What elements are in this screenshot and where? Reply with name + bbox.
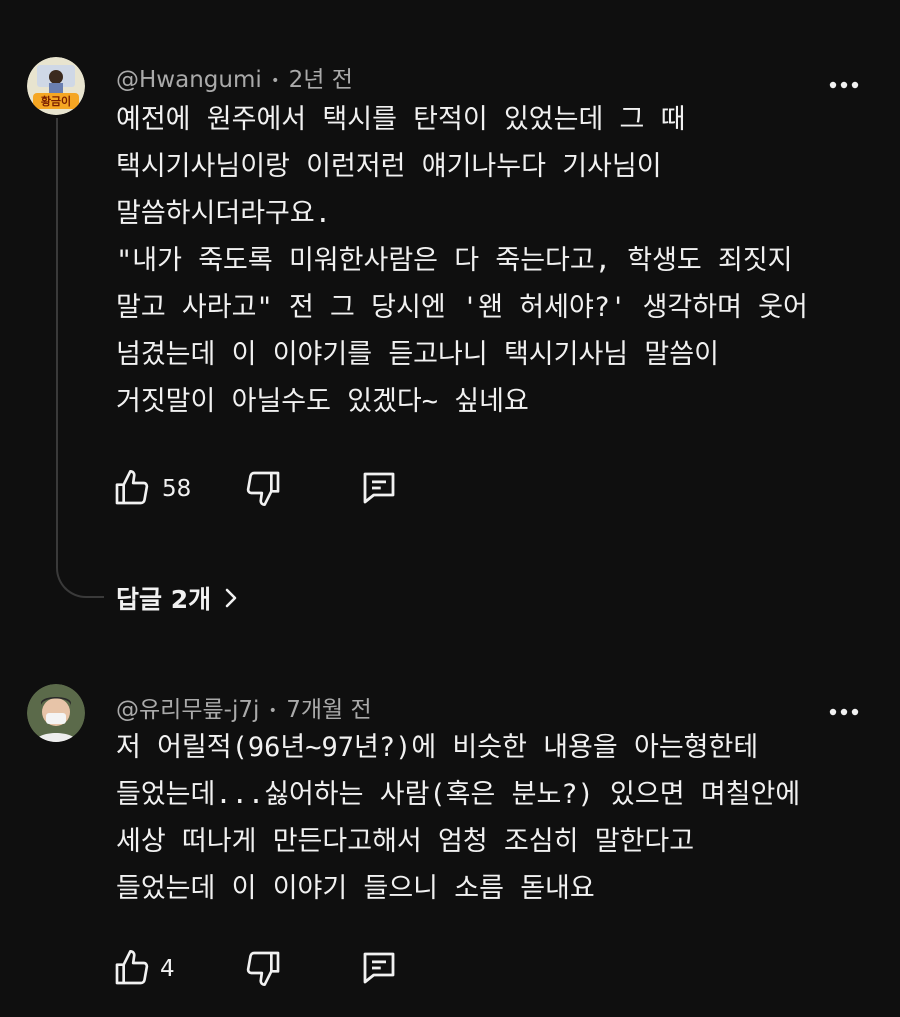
comment-time[interactable]: 7개월 전	[286, 697, 371, 723]
comment-meta: @유리무릎-j7j • 7개월 전	[116, 690, 372, 724]
comment-thread: 황금이 @Hwangumi • 2년 전 예전에 원주에서 택시를 탄적이 있었…	[0, 0, 900, 640]
dislike-button[interactable]	[243, 468, 283, 508]
comment-time[interactable]: 2년 전	[289, 67, 353, 93]
more-options-button[interactable]	[824, 70, 864, 100]
comment-text: 예전에 원주에서 택시를 탄적이 있었는데 그 때 택시기사님이랑 이런저런 얘…	[116, 104, 808, 417]
avatar-badge-text: 황금이	[41, 94, 71, 108]
thumbs-down-icon	[246, 471, 280, 506]
more-options-button[interactable]	[824, 697, 864, 727]
thread-connector-line	[56, 118, 104, 598]
comment-icon	[363, 472, 395, 504]
view-replies-button[interactable]: 답글 2개	[116, 580, 241, 616]
more-vertical-icon	[829, 708, 859, 716]
comment-icon	[363, 952, 395, 984]
chevron-right-icon	[225, 588, 237, 608]
avatar-image: 황금이	[27, 57, 85, 115]
like-count: 4	[160, 956, 175, 982]
replies-label: 답글 2개	[116, 585, 212, 614]
author-name[interactable]: @Hwangumi	[116, 67, 262, 93]
avatar-image	[27, 684, 85, 742]
comment-thread: @유리무릎-j7j • 7개월 전 저 어릴적(96년~97년?)에 비슷한 내…	[0, 640, 900, 1017]
author-name[interactable]: @유리무릎-j7j	[116, 697, 259, 723]
dislike-button[interactable]	[243, 948, 283, 988]
reply-button[interactable]	[358, 467, 400, 509]
comment-meta: @Hwangumi • 2년 전	[116, 60, 353, 94]
like-button[interactable]	[112, 948, 152, 988]
more-vertical-icon	[829, 81, 859, 89]
like-count: 58	[162, 476, 192, 502]
reply-button[interactable]	[358, 947, 400, 989]
thumbs-down-icon	[246, 951, 280, 986]
avatar[interactable]: 황금이	[27, 57, 85, 115]
meta-separator: •	[271, 72, 280, 89]
thumbs-up-icon	[115, 950, 149, 985]
like-button[interactable]	[112, 468, 152, 508]
meta-separator: •	[268, 702, 277, 719]
comment-text: 저 어릴적(96년~97년?)에 비슷한 내용을 아는형한테 들었는데...싫어…	[116, 732, 801, 904]
thumbs-up-icon	[115, 470, 149, 505]
avatar[interactable]	[27, 684, 85, 742]
